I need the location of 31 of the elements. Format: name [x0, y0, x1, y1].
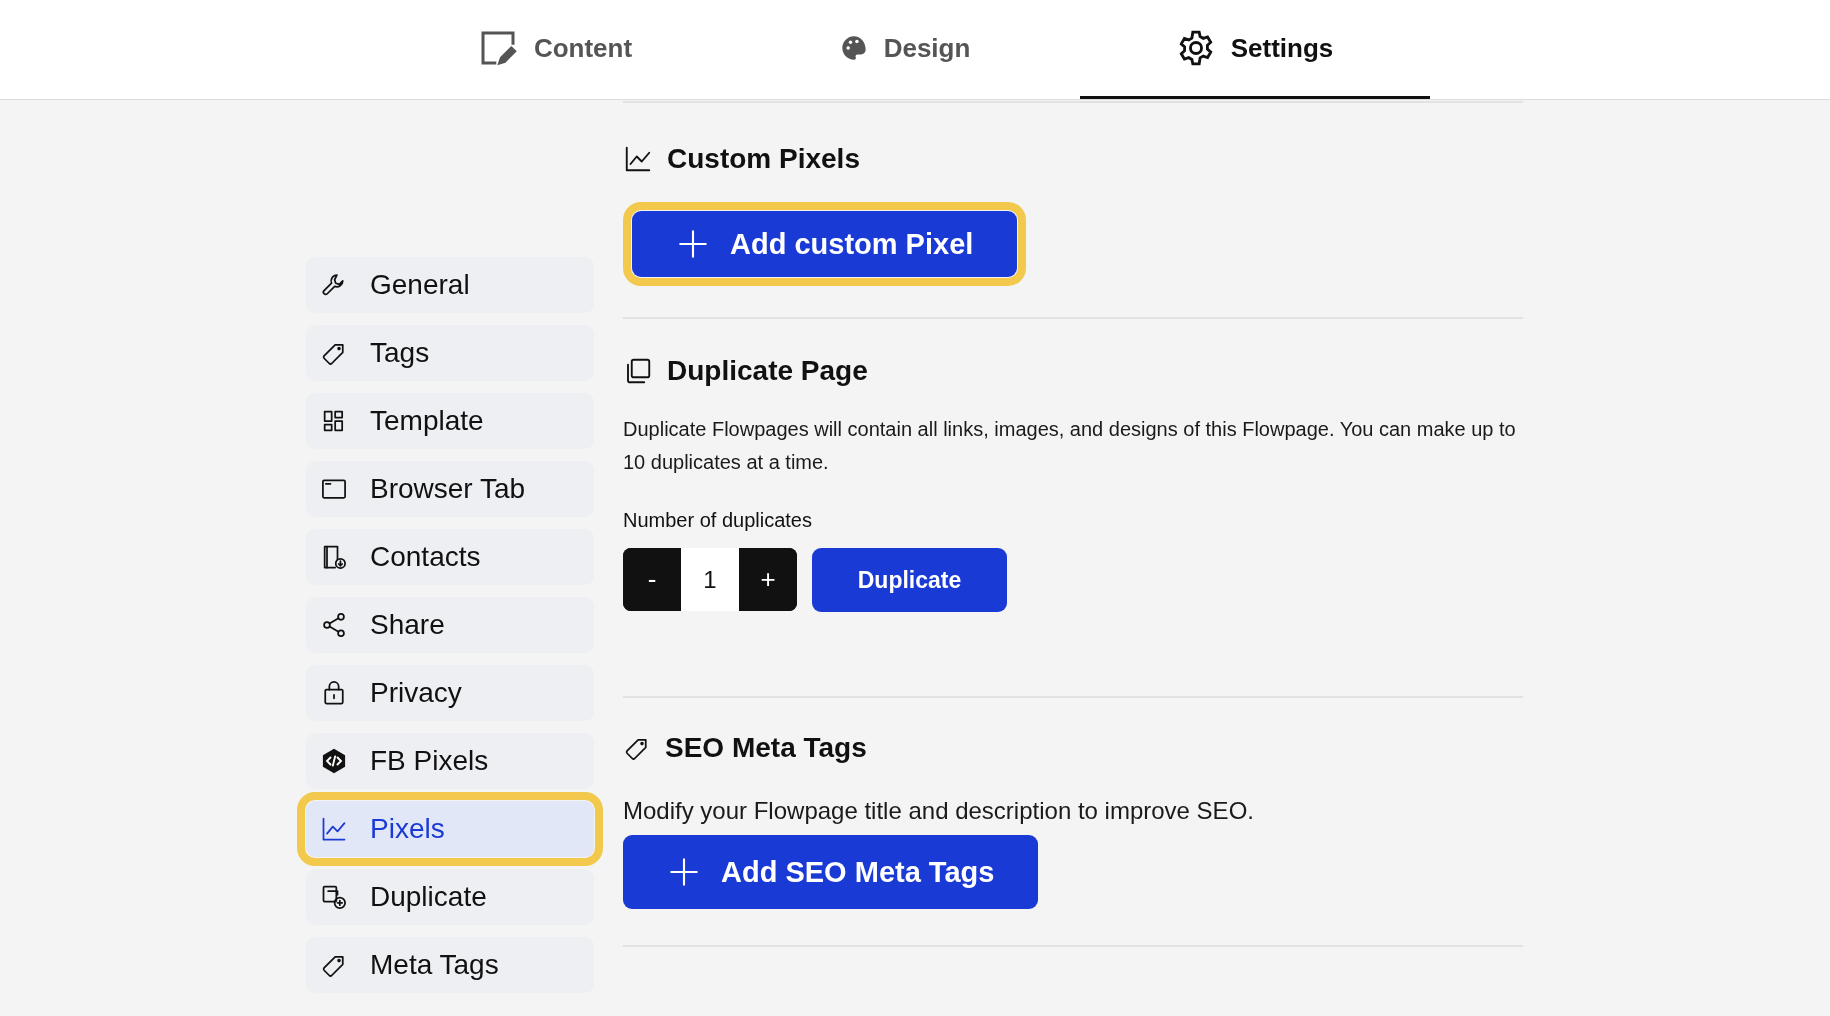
code-hexagon-icon	[320, 747, 348, 775]
settings-icon	[1176, 29, 1215, 67]
sidebar-item[interactable]: Duplicate	[306, 869, 594, 925]
description-text: Duplicate Flowpages will contain all links, images, and designs of this Flowpage. You can make up to 10 duplicates at a time.	[623, 417, 1517, 475]
line-chart-icon	[320, 815, 348, 843]
section-title: Custom Pixels	[667, 143, 860, 175]
sidebar-item[interactable]: Share	[306, 597, 594, 653]
sidebar-item[interactable]: FB Pixels	[306, 733, 594, 789]
count-input[interactable]: 1	[681, 548, 739, 611]
sidebar-item[interactable]: Tags	[306, 325, 594, 381]
tab[interactable]: Settings	[1080, 0, 1430, 99]
add-seo-meta-tags-button[interactable]: Add SEO Meta Tags	[623, 835, 1039, 909]
tab[interactable]: Content	[380, 0, 730, 99]
sidebar-item[interactable]: General	[306, 257, 594, 313]
sidebar-item[interactable]: Meta Tags	[306, 937, 594, 993]
plus-icon	[667, 855, 701, 889]
section-title: Duplicate Page	[667, 355, 868, 387]
field-label: Number of duplicates	[623, 509, 813, 532]
share-icon	[320, 611, 348, 639]
sidebar-item[interactable]: Contacts	[306, 529, 594, 585]
sidebar-item[interactable]: Template	[306, 393, 594, 449]
sidebar-item[interactable]: Privacy	[306, 665, 594, 721]
line-chart-icon	[623, 144, 653, 174]
sidebar-item[interactable]: Browser Tab	[306, 461, 594, 517]
palette-icon	[839, 34, 868, 62]
copy-add-icon	[320, 883, 348, 911]
tab[interactable]: Design	[730, 0, 1080, 99]
description-text: Modify your Flowpage title and description to improve SEO.	[623, 796, 1255, 826]
plus-icon	[676, 227, 710, 261]
duplicate-button[interactable]: Duplicate	[812, 548, 1007, 612]
section-title: SEO Meta Tags	[665, 732, 867, 764]
